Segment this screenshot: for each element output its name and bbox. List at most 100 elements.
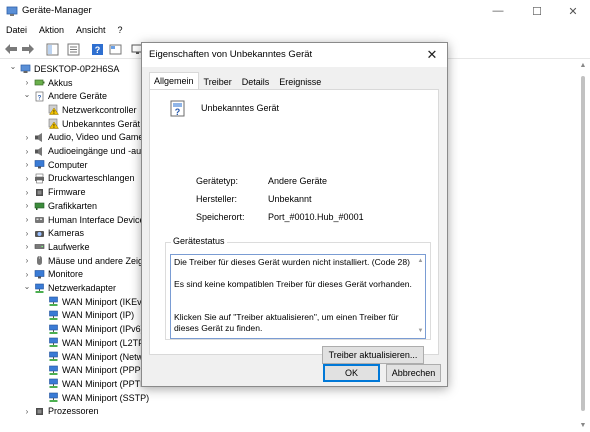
scroll-down-icon[interactable]: ▼ — [416, 326, 425, 337]
help-button[interactable]: ? — [89, 41, 105, 57]
tree-item[interactable]: › Akkus — [22, 76, 73, 90]
tree-item[interactable]: WAN Miniport (Netw — [36, 350, 143, 364]
chevron-right-icon[interactable]: › — [22, 228, 32, 238]
tree-item[interactable]: WAN Miniport (PPPO — [36, 363, 148, 377]
device-type-label: Gerätetyp: — [196, 176, 239, 186]
view-button[interactable] — [107, 41, 123, 57]
tree-item[interactable]: › Firmware — [22, 185, 86, 199]
tab-allgemein[interactable]: Allgemein — [149, 72, 199, 90]
tree-item[interactable]: › Computer — [22, 158, 88, 172]
menu-ansicht[interactable]: Ansicht — [70, 22, 112, 39]
chevron-right-icon[interactable]: › — [22, 256, 32, 266]
chevron-right-icon[interactable]: › — [22, 242, 32, 252]
manufacturer-value: Unbekannt — [268, 194, 312, 204]
device-name: Unbekanntes Gerät — [201, 103, 280, 113]
ok-button[interactable]: OK — [323, 364, 380, 382]
tree-item[interactable]: WAN Miniport (SSTP) — [36, 391, 149, 405]
back-button[interactable] — [3, 41, 19, 57]
tree-item[interactable]: › Druckwarteschlangen — [22, 172, 135, 186]
tree-item[interactable]: › Grafikkarten — [22, 199, 97, 213]
tree-item[interactable]: › Kameras — [22, 226, 84, 240]
chevron-down-icon[interactable]: ⌄ — [22, 281, 32, 291]
chevron-right-icon[interactable]: › — [22, 173, 32, 183]
speaker-icon — [35, 132, 42, 142]
close-button[interactable]: ✕ — [556, 0, 590, 22]
tree-item-label: Prozessoren — [48, 406, 99, 417]
tree-item[interactable]: › Monitore — [22, 268, 83, 282]
tree-item[interactable]: › Laufwerke — [22, 240, 90, 254]
maximize-icon: ☐ — [532, 5, 542, 18]
chevron-down-icon[interactable]: ⌄ — [8, 62, 18, 72]
tree-item[interactable]: › Audio, Video und Game — [22, 131, 144, 145]
update-driver-button[interactable]: Treiber aktualisieren... — [322, 346, 424, 364]
dialog-titlebar[interactable]: Eigenschaften von Unbekanntes Gerät ✕ — [142, 43, 447, 67]
tree-item[interactable]: ! Netzwerkcontroller — [36, 103, 137, 117]
tree-item[interactable]: WAN Miniport (IKEv2 — [36, 295, 147, 309]
view-icon — [109, 44, 121, 54]
menu-datei[interactable]: Datei — [0, 22, 33, 39]
tab-details[interactable]: Details — [237, 74, 275, 90]
cancel-button[interactable]: Abbrechen — [386, 364, 441, 382]
tree-item[interactable]: WAN Miniport (IP) — [36, 309, 134, 323]
menu-help[interactable]: ? — [112, 22, 129, 39]
tree-scrollbar[interactable]: ▲ ▼ — [578, 62, 588, 432]
maximize-button[interactable]: ☐ — [520, 0, 554, 22]
tree-item-label: WAN Miniport (SSTP) — [62, 392, 150, 403]
dialog-close-icon[interactable]: ✕ — [423, 46, 441, 64]
device-status-text[interactable]: Die Treiber für dieses Gerät wurden nich… — [170, 254, 426, 339]
window-titlebar[interactable]: Geräte-Manager — ☐ ✕ — [0, 0, 590, 22]
tree-item[interactable]: › Mäuse und andere Zeige — [22, 254, 148, 268]
tree-item[interactable]: ! Unbekanntes Gerät — [36, 117, 140, 131]
tab-treiber[interactable]: Treiber — [199, 74, 237, 90]
dialog-tabs: Allgemein Treiber Details Ereignisse — [149, 72, 326, 90]
minimize-button[interactable]: — — [481, 0, 515, 22]
tree-item-label: Mäuse und andere Zeige — [48, 255, 149, 266]
tree-item-label: Audio, Video und Game — [48, 132, 144, 143]
status-scrollbar[interactable]: ▲ ▼ — [416, 255, 425, 338]
tree-item[interactable]: › Prozessoren — [22, 405, 99, 419]
tree-item-label: Computer — [48, 159, 88, 170]
chip-icon — [36, 407, 43, 415]
location-label: Speicherort: — [196, 212, 245, 222]
scroll-down-icon[interactable]: ▼ — [578, 422, 588, 432]
network-adapter-icon — [49, 338, 58, 348]
chevron-right-icon[interactable]: › — [22, 201, 32, 211]
forward-button[interactable] — [20, 41, 36, 57]
tree-item[interactable]: › Human Interface Devices — [22, 213, 149, 227]
chevron-right-icon[interactable]: › — [22, 132, 32, 142]
battery-icon — [34, 79, 45, 86]
properties-button[interactable] — [65, 41, 81, 57]
chevron-right-icon[interactable]: › — [22, 160, 32, 170]
chevron-right-icon[interactable]: › — [22, 269, 32, 279]
chevron-right-icon[interactable]: › — [22, 187, 32, 197]
tree-item[interactable]: ⌄ DESKTOP-0P2H6SA — [8, 62, 120, 76]
menu-aktion[interactable]: Aktion — [33, 22, 70, 39]
chevron-right-icon[interactable]: › — [22, 406, 32, 416]
tree-item[interactable]: ⌄? Andere Geräte — [22, 89, 107, 103]
chevron-right-icon[interactable]: › — [22, 146, 32, 156]
show-hide-tree-button[interactable] — [44, 41, 60, 57]
tree-item[interactable]: ⌄ Netzwerkadapter — [22, 281, 116, 295]
network-adapter-icon — [49, 310, 58, 320]
tree-item[interactable]: WAN Miniport (IPv6) — [36, 322, 144, 336]
menu-bar: Datei Aktion Ansicht ? — [0, 22, 590, 39]
unknown-device-icon: ? — [170, 100, 185, 117]
camera-icon — [35, 230, 44, 237]
scroll-up-icon[interactable]: ▲ — [578, 62, 588, 72]
tree-item[interactable]: › Audioeingänge und -au — [22, 144, 141, 158]
chevron-down-icon[interactable]: ⌄ — [22, 89, 32, 99]
scroll-thumb[interactable] — [581, 76, 585, 411]
scroll-up-icon[interactable]: ▲ — [416, 256, 425, 267]
chevron-right-icon[interactable]: › — [22, 78, 32, 88]
tree-item[interactable]: WAN Miniport (PPTP — [36, 377, 146, 391]
chevron-right-icon[interactable]: › — [22, 215, 32, 225]
device-tree[interactable]: ⌄ DESKTOP-0P2H6SA › Akkus ⌄? Andere Geräte! Ne… — [0, 62, 150, 432]
tab-ereignisse[interactable]: Ereignisse — [274, 74, 326, 90]
tree-item[interactable]: WAN Miniport (L2TP — [36, 336, 144, 350]
